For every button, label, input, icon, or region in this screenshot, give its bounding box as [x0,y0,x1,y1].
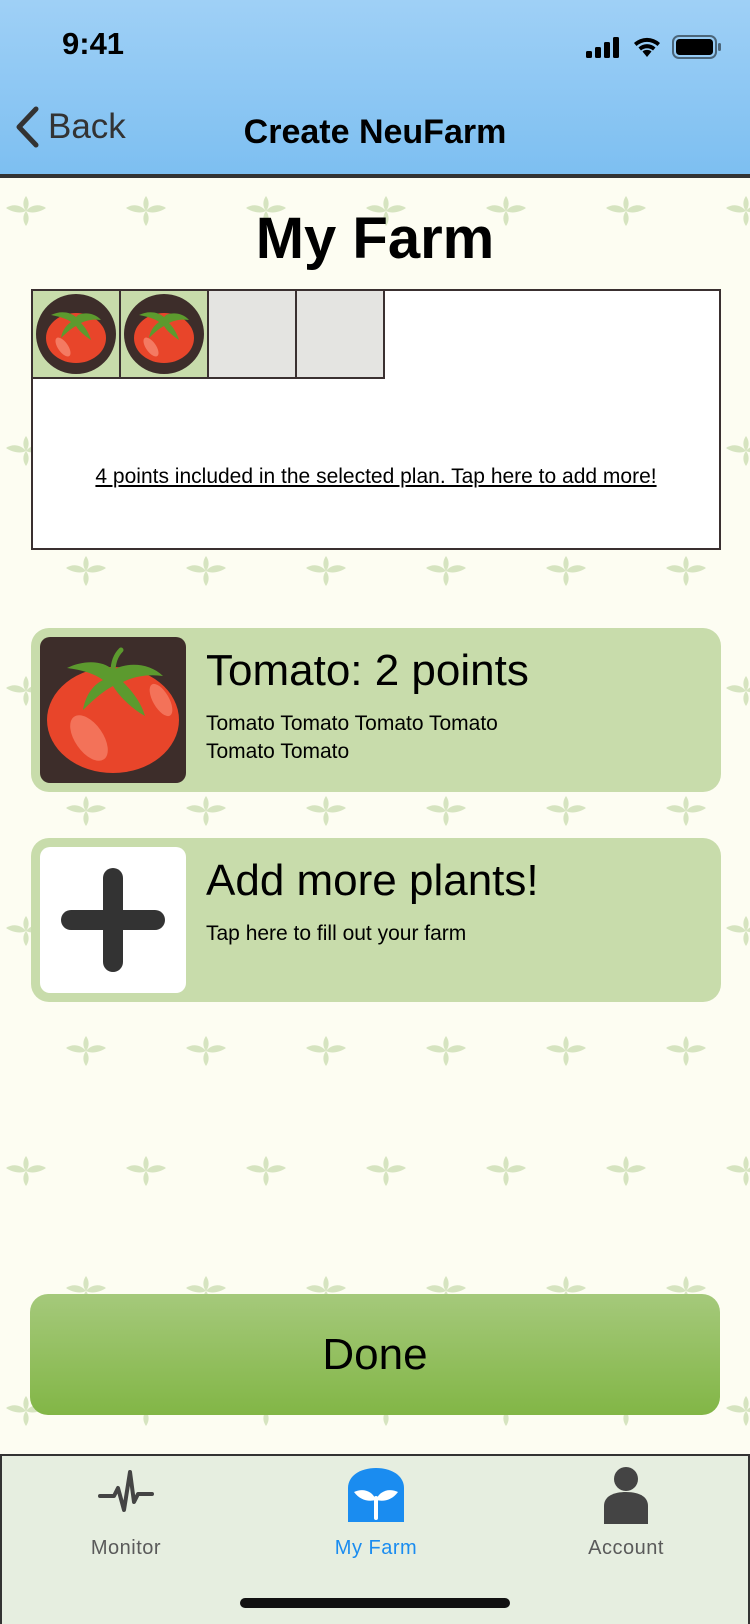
leaf-pattern [424,556,468,586]
leaf-pattern [484,1156,528,1186]
leaf-pattern [184,1036,228,1066]
leaf-pattern [544,1036,588,1066]
plus-icon [40,847,186,993]
tab-label: Account [588,1537,664,1559]
tomato-icon [36,294,116,374]
plant-card-description: Tomato Tomato Tomato Tomato Tomato Tomat… [206,712,498,763]
status-time: 9:41 [62,26,125,61]
leaf-pattern [664,1036,708,1066]
tab-monitor[interactable]: Monitor [26,1466,226,1560]
tomato-icon [40,637,186,783]
leaf-pattern [424,1036,468,1066]
leaf-pattern [724,676,750,706]
leaf-pattern [304,556,348,586]
status-icons [586,32,722,62]
home-indicator [240,1598,510,1608]
leaf-pattern [724,1156,750,1186]
leaf-pattern [664,556,708,586]
farm-plot-empty[interactable] [297,291,385,379]
leaf-pattern [364,1156,408,1186]
leaf-pattern [64,796,108,826]
leaf-pattern [304,1036,348,1066]
battery-icon [672,35,721,59]
leaf-pattern [544,796,588,826]
leaf-pattern [4,1156,48,1186]
person-icon [604,1467,648,1524]
leaf-pattern [724,916,750,946]
plant-card-tomato[interactable]: Tomato: 2 points Tomato Tomato Tomato To… [31,628,721,792]
leaf-pattern [424,796,468,826]
pulse-icon [98,1470,154,1512]
tomato-icon [124,294,204,374]
tab-label: My Farm [334,1537,418,1559]
tab-my-farm[interactable]: My Farm [276,1466,476,1560]
leaf-pattern [604,1156,648,1186]
add-plants-card[interactable]: Add more plants! Tap here to fill out yo… [31,838,721,1002]
leaf-pattern [64,556,108,586]
page-title: My Farm [255,206,495,271]
sprout-icon [348,1468,404,1522]
leaf-pattern [544,556,588,586]
tab-account[interactable]: Account [526,1466,726,1560]
leaf-pattern [124,1156,168,1186]
add-plants-heading: Add more plants! [206,856,539,905]
farm-grid: 4 points included in the selected plan. … [31,289,721,550]
wifi-icon [634,37,660,57]
leaf-pattern [64,1036,108,1066]
leaf-pattern [184,796,228,826]
plant-card-heading: Tomato: 2 points [206,646,529,695]
cellular-signal-icon [586,37,619,58]
add-plants-description: Tap here to fill out your farm [206,922,467,945]
leaf-pattern [724,436,750,466]
add-points-link[interactable]: 4 points included in the selected plan. … [33,465,719,489]
farm-plot-empty[interactable] [209,291,297,379]
tab-label: Monitor [90,1537,162,1559]
header: 9:41 Back Create NeuFarm [0,0,750,178]
done-button[interactable]: Done [30,1294,720,1415]
leaf-pattern [664,796,708,826]
farm-plot-tomato[interactable] [33,291,121,379]
leaf-pattern [724,1396,750,1426]
nav-title: Create NeuFarm [243,113,507,151]
leaf-pattern [304,796,348,826]
plot-row [33,291,385,379]
leaf-pattern [184,556,228,586]
leaf-pattern [244,1156,288,1186]
farm-plot-tomato[interactable] [121,291,209,379]
